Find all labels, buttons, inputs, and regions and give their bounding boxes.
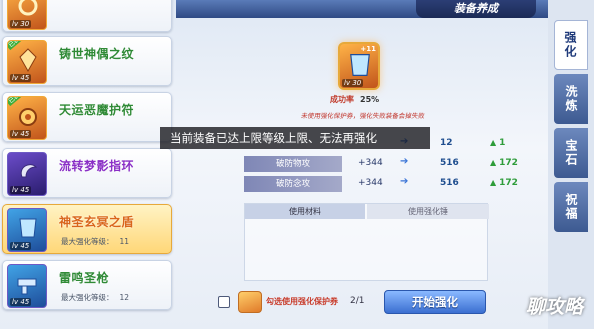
protection-checkbox[interactable] [218, 296, 230, 308]
up-arrow-icon: ▲ [490, 178, 497, 187]
equipment-thumb: 已装备 lv 45 [7, 96, 47, 140]
item-name: 铸世神偶之纹 [59, 47, 135, 61]
item-level: lv 45 [10, 130, 32, 138]
bottom-bar: 勾选使用强化保护券 2/1 开始强化 [176, 288, 548, 318]
tab-gem[interactable]: 宝石 [554, 128, 588, 178]
item-name: 流转梦影指环 [59, 159, 135, 173]
up-arrow-icon: ▲ [490, 158, 497, 167]
tab-use-hammer[interactable]: 使用强化锤 [367, 204, 489, 219]
stat-row: 破防念攻 +344 ➔ 516 ▲ 172 [244, 176, 518, 192]
equipment-item[interactable]: lv 45 雷鸣圣枪 最大强化等级： 12 [2, 260, 172, 310]
item-level: lv 45 [10, 186, 32, 194]
selected-equipment-frame: +11 lv 30 [338, 42, 380, 90]
charm-icon [19, 48, 37, 73]
gun-icon [17, 278, 37, 295]
max-level-toast: 当前装备已达上限等级上限、无法再强化 [160, 127, 430, 149]
stat-label: 破防物攻 [244, 156, 342, 172]
equipment-level: lv 30 [342, 79, 364, 87]
equipment-thumb: lv 30 [7, 0, 47, 30]
item-name: 神圣玄冥之盾 [59, 215, 135, 229]
up-arrow-icon: ▲ [490, 138, 497, 147]
arrow-right-icon: ➔ [400, 156, 409, 167]
side-tabs: 强化 洗炼 宝石 祝福 [548, 0, 594, 329]
stat-row: 破防物攻 +344 ➔ 516 ▲ 172 [244, 156, 518, 172]
item-name: 雷鸣圣枪 [59, 271, 110, 285]
stat-new-value: 516 [440, 158, 459, 168]
item-max-level: 最大强化等级： 11 [61, 237, 130, 246]
item-level: lv 45 [10, 298, 32, 306]
shield-icon [350, 54, 370, 76]
equipment-thumb: 已装备 lv 45 [7, 40, 47, 84]
protection-ticket-icon [238, 291, 262, 313]
ring-icon [20, 164, 38, 178]
arrow-right-icon: ➔ [400, 176, 409, 187]
equipment-plus-level: +11 [360, 45, 376, 53]
tab-refine[interactable]: 洗炼 [554, 74, 588, 124]
protection-warning: 未使用强化保护券，强化失败装备会掉失败 [300, 112, 426, 120]
stat-gain: ▲ 172 [490, 158, 518, 168]
game-screen: lv 30 已装备 lv 45 铸世神偶之纹 已装备 lv 45 天运恶魔护符 [0, 0, 594, 329]
tab-strengthen[interactable]: 强化 [554, 20, 588, 70]
equipment-thumb: lv 45 [7, 264, 47, 308]
equipment-thumb: lv 45 [7, 208, 47, 252]
stat-label: 破防念攻 [244, 176, 342, 192]
item-level: lv 30 [10, 20, 32, 28]
equipment-list: lv 30 已装备 lv 45 铸世神偶之纹 已装备 lv 45 天运恶魔护符 [0, 0, 176, 329]
item-level: lv 45 [10, 74, 32, 82]
amulet-icon [19, 108, 37, 126]
protection-label: 勾选使用强化保护券 [266, 297, 338, 306]
protection-count: 2/1 [350, 296, 365, 306]
item-max-level: 最大强化等级： 12 [61, 293, 130, 302]
stat-gain: ▲ 1 [490, 138, 506, 148]
materials-panel: 使用材料 使用强化锤 [244, 203, 489, 281]
item-name: 天运恶魔护符 [59, 103, 135, 117]
tab-bless[interactable]: 祝福 [554, 182, 588, 232]
equipment-thumb: lv 45 [7, 152, 47, 196]
tab-use-material[interactable]: 使用材料 [245, 204, 365, 219]
ring-icon [18, 0, 38, 16]
equipment-item[interactable]: 已装备 lv 45 铸世神偶之纹 [2, 36, 172, 86]
page-title: 装备养成 [416, 0, 536, 18]
stat-new-value: 12 [440, 138, 453, 148]
equipment-item-selected[interactable]: lv 45 神圣玄冥之盾 最大强化等级： 11 [2, 204, 172, 254]
equipment-item[interactable]: lv 30 [2, 0, 172, 32]
shield-icon [19, 218, 37, 238]
start-upgrade-button[interactable]: 开始强化 [384, 290, 486, 314]
watermark-text: 聊攻略 [526, 296, 584, 318]
item-level: lv 45 [10, 242, 32, 250]
stat-gain: ▲ 172 [490, 178, 518, 188]
success-rate: 成功率 25% [330, 95, 380, 104]
stat-current: +344 [358, 158, 383, 168]
title-bar: 装备养成 [176, 0, 548, 18]
equipment-item[interactable]: 已装备 lv 45 天运恶魔护符 [2, 92, 172, 142]
stat-new-value: 516 [440, 178, 459, 188]
equipment-item[interactable]: lv 45 流转梦影指环 [2, 148, 172, 198]
stat-current: +344 [358, 178, 383, 188]
